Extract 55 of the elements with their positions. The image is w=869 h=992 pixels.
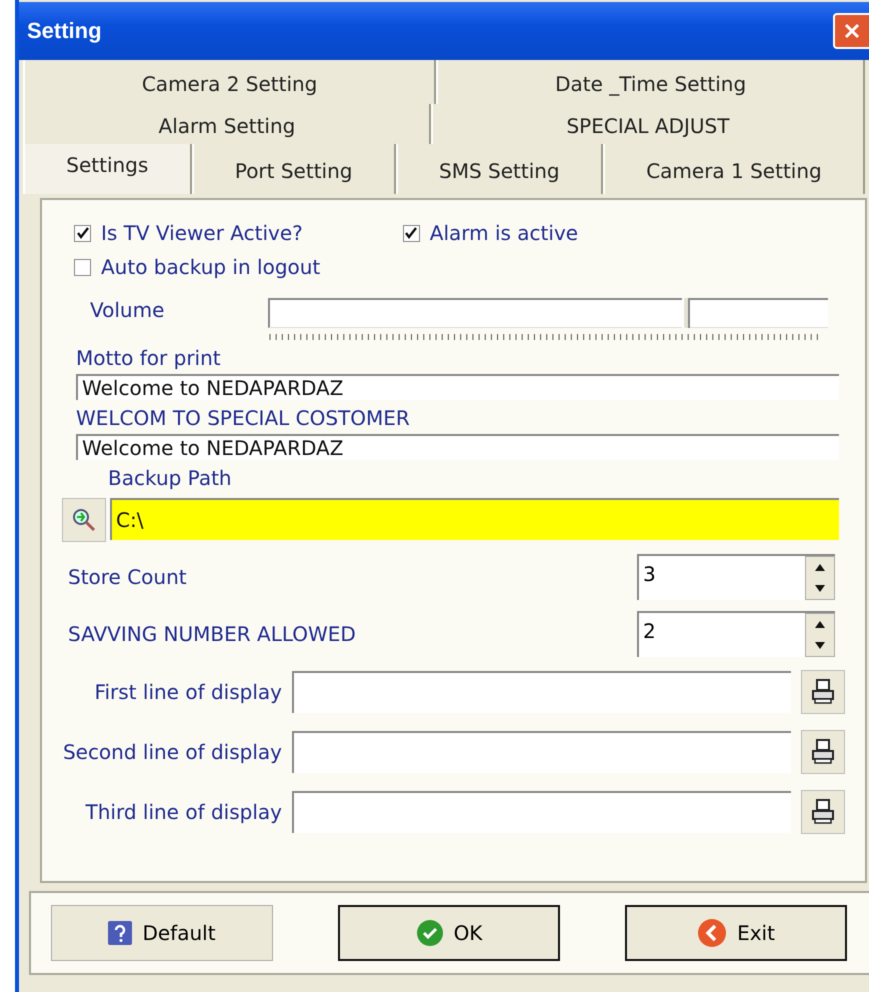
tab[interactable]: Settings — [23, 144, 192, 194]
display-line-label: Third line of display — [84, 800, 282, 824]
window-title: Setting — [27, 18, 102, 44]
volume-label: Volume — [90, 298, 166, 322]
motto-field[interactable]: Welcome to NEDAPARDAZ — [76, 374, 839, 400]
field-label: Backup Path — [108, 466, 233, 490]
display-line-field[interactable] — [292, 791, 791, 833]
spinner-label: SAVVING NUMBER ALLOWED — [68, 622, 356, 646]
number-spinner[interactable]: 3 — [637, 554, 835, 600]
print-button[interactable] — [801, 790, 845, 834]
number-spinner[interactable]: 2 — [637, 610, 835, 656]
field-label: Motto for print — [76, 346, 222, 370]
up-arrow-icon — [815, 620, 825, 628]
close-button[interactable] — [833, 13, 869, 49]
checkbox-label: Is TV Viewer Active? — [101, 221, 303, 245]
display-line-field[interactable] — [292, 671, 791, 713]
field-label: WELCOM TO SPECIAL COSTOMER — [76, 406, 411, 430]
close-icon — [843, 22, 861, 40]
print-button[interactable] — [801, 730, 845, 774]
tab[interactable]: Date _Time Setting — [436, 60, 865, 104]
print-button[interactable] — [801, 670, 845, 714]
checkbox[interactable] — [74, 224, 91, 242]
spin-arrows-button[interactable] — [805, 556, 835, 600]
spin-arrows-button[interactable] — [805, 612, 835, 656]
special-customer-field[interactable]: Welcome to NEDAPARDAZ — [76, 434, 839, 460]
spinner-label: Store Count — [68, 564, 187, 588]
checkbox[interactable] — [74, 258, 91, 276]
magnifier-icon — [71, 507, 97, 533]
printer-icon — [812, 739, 834, 765]
checkbox-label: Auto backup in logout — [101, 255, 320, 279]
tab[interactable]: Camera 2 Setting — [23, 60, 436, 104]
up-arrow-icon — [815, 564, 825, 570]
backup-path-field[interactable]: C:\ — [110, 498, 839, 540]
tab[interactable]: Alarm Setting — [23, 104, 431, 144]
display-line-label: Second line of display — [62, 740, 282, 764]
printer-icon — [812, 799, 834, 825]
ok-button[interactable]: OK — [338, 905, 560, 961]
help-button[interactable]: Default — [51, 905, 273, 961]
display-line-label: First line of display — [93, 680, 282, 704]
tab[interactable]: Camera 1 Setting — [602, 144, 866, 194]
down-arrow-icon — [815, 642, 825, 648]
check-icon — [416, 919, 444, 947]
down-arrow-icon — [815, 584, 825, 592]
browse-button[interactable] — [62, 498, 106, 542]
volume-slider[interactable] — [268, 298, 828, 328]
printer-icon — [812, 679, 834, 705]
slider-thumb[interactable] — [682, 298, 690, 328]
tab[interactable]: SPECIAL ADJUST — [430, 104, 866, 144]
display-line-field[interactable] — [292, 731, 791, 773]
help-icon — [108, 921, 132, 945]
tab[interactable]: Port Setting — [192, 144, 396, 194]
checkbox[interactable] — [402, 224, 420, 242]
checkbox-label: Alarm is active — [430, 221, 578, 245]
exit-button[interactable]: Exit — [625, 905, 847, 961]
tab[interactable]: SMS Setting — [396, 144, 603, 194]
